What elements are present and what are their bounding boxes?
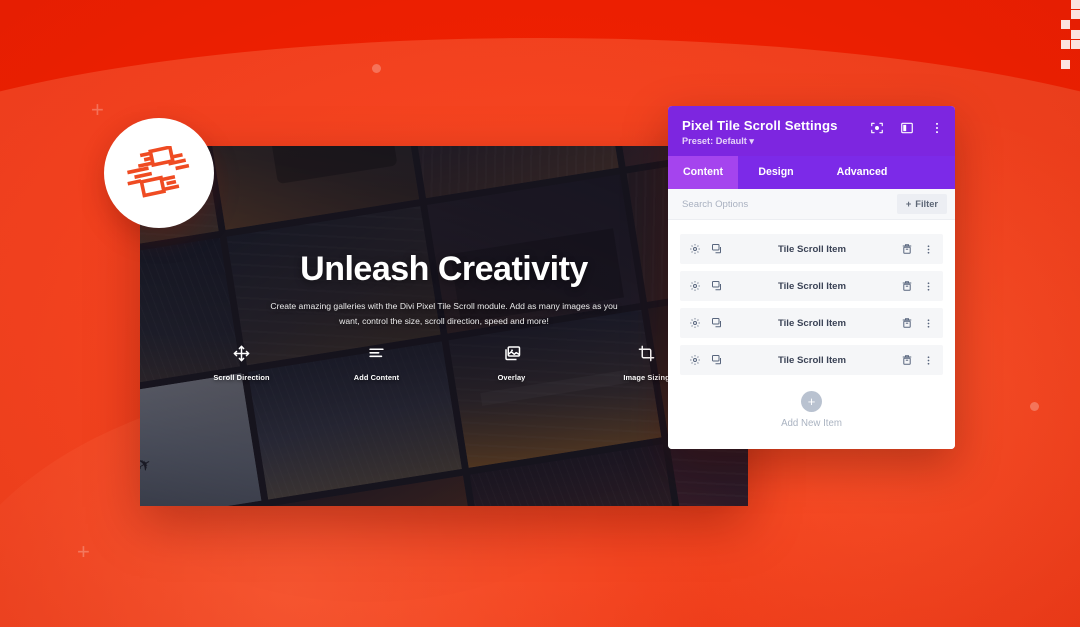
table-row[interactable]: Tile Scroll Item bbox=[680, 308, 943, 338]
image-stack-icon bbox=[473, 342, 551, 364]
row-left-actions bbox=[689, 317, 723, 329]
modal-header-actions bbox=[870, 121, 944, 135]
table-row[interactable]: Tile Scroll Item bbox=[680, 345, 943, 375]
divi-pixel-logo-icon bbox=[127, 146, 190, 198]
trash-icon[interactable] bbox=[901, 317, 913, 329]
modal-tabs: Content Design Advanced bbox=[668, 156, 955, 189]
modal-header: Pixel Tile Scroll Settings Preset: Defau… bbox=[668, 106, 955, 156]
row-label: Tile Scroll Item bbox=[777, 243, 847, 255]
add-new-item-button[interactable]: + Add New Item bbox=[680, 382, 943, 449]
hero-feature-label: Add Content bbox=[353, 373, 400, 382]
tab-design[interactable]: Design bbox=[738, 156, 814, 189]
hero-feature-overlay: Overlay bbox=[473, 342, 551, 382]
gear-icon[interactable] bbox=[689, 243, 701, 255]
plus-icon: + bbox=[801, 391, 822, 412]
hero-feature-list: Scroll Direction Add Content Overlay Ima… bbox=[140, 342, 748, 382]
page-root: + + Unleash Creativity Create amazing ga… bbox=[0, 0, 1080, 627]
add-new-item-label: Add New Item bbox=[781, 418, 842, 429]
kebab-menu-icon[interactable] bbox=[930, 121, 944, 135]
hero-content: Unleash Creativity Create amazing galler… bbox=[140, 250, 748, 329]
hero-feature-label: Overlay bbox=[497, 373, 526, 382]
hero-preview-card: Unleash Creativity Create amazing galler… bbox=[140, 146, 748, 506]
settings-modal: Pixel Tile Scroll Settings Preset: Defau… bbox=[668, 106, 955, 449]
filter-button[interactable]: + Filter bbox=[896, 194, 947, 214]
trash-icon[interactable] bbox=[901, 280, 913, 292]
search-input[interactable] bbox=[682, 198, 852, 210]
row-label: Tile Scroll Item bbox=[777, 317, 847, 329]
row-right-actions bbox=[901, 280, 934, 292]
row-right-actions bbox=[901, 243, 934, 255]
items-list: Tile Scroll Item Tile Scroll Item Tile S… bbox=[668, 220, 955, 449]
search-bar: + Filter bbox=[668, 189, 955, 220]
hero-title: Unleash Creativity bbox=[300, 250, 588, 288]
row-label: Tile Scroll Item bbox=[777, 354, 847, 366]
decoration-plus: + bbox=[91, 97, 104, 122]
tab-advanced[interactable]: Advanced bbox=[814, 156, 910, 189]
row-right-actions bbox=[901, 354, 934, 366]
preset-label: Preset: Default bbox=[682, 136, 747, 146]
duplicate-icon[interactable] bbox=[711, 354, 723, 366]
chevron-down-icon: ▾ bbox=[749, 136, 755, 146]
duplicate-icon[interactable] bbox=[711, 280, 723, 292]
gear-icon[interactable] bbox=[689, 317, 701, 329]
hero-feature-add-content: Add Content bbox=[338, 342, 416, 382]
row-right-actions bbox=[901, 317, 934, 329]
divi-pixel-logo-badge bbox=[104, 118, 214, 228]
kebab-menu-icon[interactable] bbox=[923, 318, 934, 329]
gear-icon[interactable] bbox=[689, 280, 701, 292]
kebab-menu-icon[interactable] bbox=[923, 281, 934, 292]
preset-dropdown[interactable]: Preset: Default ▾ bbox=[682, 136, 941, 147]
table-row[interactable]: Tile Scroll Item bbox=[680, 234, 943, 264]
align-left-icon bbox=[338, 342, 416, 364]
duplicate-icon[interactable] bbox=[711, 317, 723, 329]
trash-icon[interactable] bbox=[901, 243, 913, 255]
pixel-grid-decoration bbox=[1054, 0, 1080, 70]
trash-icon[interactable] bbox=[901, 354, 913, 366]
decoration-plus: + bbox=[77, 539, 90, 564]
gear-icon[interactable] bbox=[689, 354, 701, 366]
hero-feature-scroll-direction: Scroll Direction bbox=[203, 342, 281, 382]
row-label: Tile Scroll Item bbox=[777, 280, 847, 292]
row-left-actions bbox=[689, 280, 723, 292]
plus-icon: + bbox=[905, 199, 912, 209]
kebab-menu-icon[interactable] bbox=[923, 355, 934, 366]
layout-panel-icon[interactable] bbox=[900, 121, 914, 135]
row-left-actions bbox=[689, 354, 723, 366]
filter-label: Filter bbox=[915, 199, 938, 209]
kebab-menu-icon[interactable] bbox=[923, 244, 934, 255]
duplicate-icon[interactable] bbox=[711, 243, 723, 255]
tab-content[interactable]: Content bbox=[668, 156, 738, 189]
hero-feature-label: Scroll Direction bbox=[213, 373, 270, 382]
hero-subtitle: Create amazing galleries with the Divi P… bbox=[270, 301, 618, 327]
move-arrows-icon bbox=[203, 342, 281, 364]
focus-target-icon[interactable] bbox=[870, 121, 884, 135]
decoration-dot bbox=[372, 64, 381, 73]
row-left-actions bbox=[689, 243, 723, 255]
table-row[interactable]: Tile Scroll Item bbox=[680, 271, 943, 301]
decoration-dot bbox=[1030, 402, 1039, 411]
